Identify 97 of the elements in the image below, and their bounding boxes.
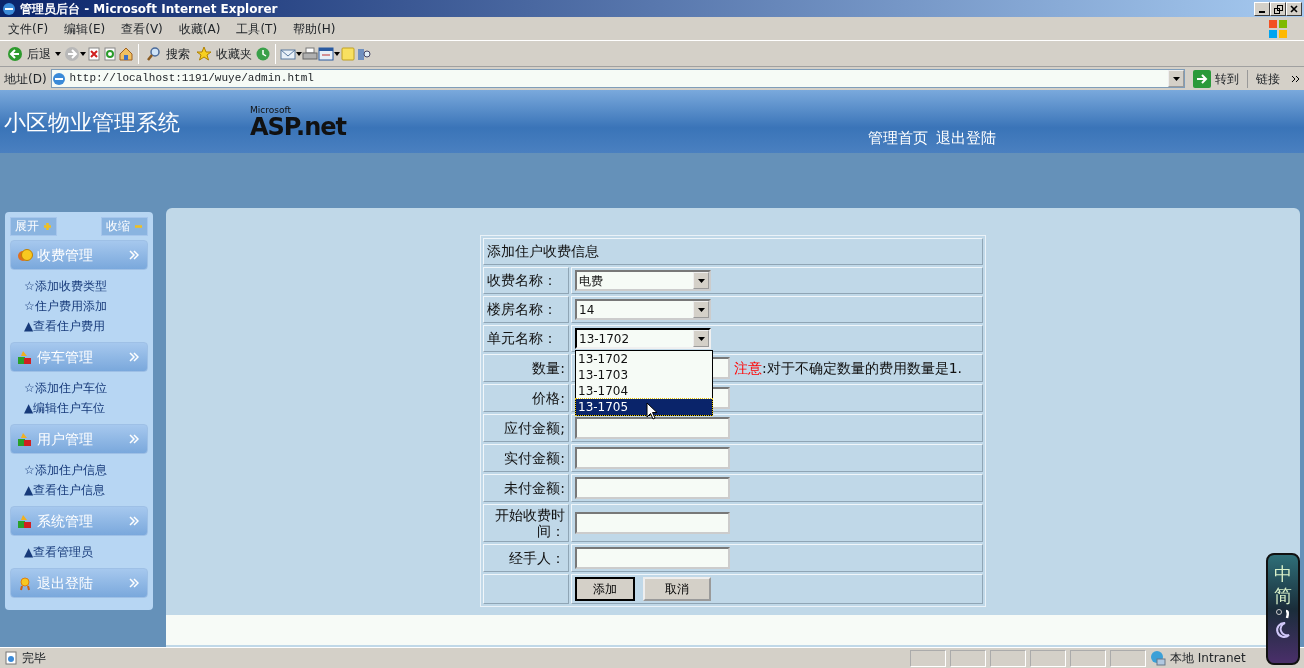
status-pane	[1070, 649, 1106, 667]
logo-caption: Microsoft	[250, 106, 292, 115]
chevron-icon[interactable]	[1292, 74, 1300, 83]
field-label: 实付金额:	[483, 444, 569, 472]
logo-text: ASP.net	[250, 115, 346, 139]
dropdown-option[interactable]: 13-1703	[576, 367, 712, 383]
home-icon[interactable]	[118, 45, 134, 62]
print-icon[interactable]	[302, 45, 318, 62]
dropdown-arrow-icon[interactable]	[697, 307, 705, 312]
field-label: 数量:	[483, 354, 569, 382]
ime-button[interactable]: 中	[1274, 563, 1292, 585]
menu-item[interactable]: 查看(V)	[113, 19, 171, 38]
field-label: 应付金额;	[483, 414, 569, 442]
caret-icon[interactable]	[55, 51, 61, 56]
minus-icon	[134, 222, 143, 231]
dropdown-option[interactable]: 13-1704	[576, 383, 712, 399]
status-pane	[1110, 649, 1146, 667]
field-label: 楼房名称：	[483, 296, 569, 323]
status-pane	[950, 649, 986, 667]
windows-logo-icon	[1266, 17, 1290, 40]
dropdown-option[interactable]: 13-1702	[576, 351, 712, 367]
window-title: 管理员后台 - Microsoft Internet Explorer	[20, 0, 278, 18]
sidebar-link[interactable]: ▲查看住户费用	[10, 316, 148, 336]
edit-icon[interactable]	[318, 45, 334, 62]
select-field[interactable]: 14	[575, 299, 711, 320]
field-label: 经手人：	[483, 544, 569, 572]
header-link[interactable]: 退出登陆	[936, 126, 996, 149]
stop-icon[interactable]	[86, 45, 102, 62]
menu-item[interactable]: 编辑(E)	[56, 19, 114, 38]
site-title: 小区物业管理系统	[3, 109, 181, 137]
links-button[interactable]: 链接	[1247, 69, 1288, 88]
status-pane	[910, 649, 946, 667]
sidebar-link[interactable]: ☆添加住户车位	[10, 378, 148, 398]
input-field[interactable]	[575, 512, 730, 534]
favorites-button[interactable]: 收藏夹	[193, 44, 255, 63]
sidebar-link[interactable]: ☆添加收费类型	[10, 276, 148, 296]
dropdown-arrow-icon[interactable]	[697, 336, 705, 341]
moon-icon[interactable]	[1275, 621, 1291, 639]
chevron-icon	[129, 434, 139, 444]
input-field[interactable]	[575, 477, 730, 499]
restore-button[interactable]	[1270, 1, 1286, 16]
caret-icon[interactable]	[80, 51, 86, 56]
select-field[interactable]: 电费	[575, 270, 711, 291]
back-button[interactable]: 后退	[4, 44, 64, 63]
cancel-button[interactable]: 取消	[643, 577, 711, 601]
caret-icon[interactable]	[334, 51, 340, 56]
restore-icon	[1273, 4, 1283, 14]
dropdown-arrow-icon[interactable]	[1172, 76, 1180, 81]
dropdown-option[interactable]: 13-1705	[576, 399, 712, 415]
history-icon[interactable]	[255, 45, 271, 62]
menu-item[interactable]: 文件(F)	[0, 19, 57, 38]
status-pane	[1030, 649, 1066, 667]
minimize-button[interactable]	[1254, 1, 1270, 16]
search-button[interactable]: 搜索	[143, 44, 193, 63]
field-label: 价格:	[483, 384, 569, 412]
sidebar-link[interactable]: ▲查看住户信息	[10, 480, 148, 500]
form-title: 添加住户收费信息	[483, 238, 983, 265]
coin-icon	[17, 247, 33, 263]
chevron-icon	[129, 352, 139, 362]
sidebar-link[interactable]: ▲查看管理员	[10, 542, 148, 562]
back-icon	[7, 45, 23, 62]
select-field[interactable]: 13-1702	[575, 328, 711, 349]
close-button[interactable]	[1286, 1, 1302, 16]
caret-icon[interactable]	[296, 51, 302, 56]
address-field[interactable]: http://localhost:1191/wuye/admin.html	[50, 69, 1185, 88]
menu-item[interactable]: 收藏(A)	[170, 19, 229, 38]
dropdown-arrow-icon[interactable]	[697, 278, 705, 283]
chevron-icon	[129, 578, 139, 588]
add-button[interactable]: 添加	[575, 577, 635, 601]
sidebar-link[interactable]: ▲编辑住户车位	[10, 398, 148, 418]
menu-item[interactable]: 工具(T)	[228, 19, 286, 38]
close-icon	[1290, 5, 1298, 13]
header-link[interactable]: 管理首页	[868, 126, 928, 149]
search-icon	[146, 45, 162, 62]
go-button[interactable]: 转到	[1189, 69, 1243, 88]
address-label: 地址(D)	[4, 70, 47, 88]
menu-item[interactable]: 帮助(H)	[285, 19, 344, 38]
field-label: 未付金额:	[483, 474, 569, 502]
ime-button[interactable]: 简	[1274, 585, 1292, 607]
input-field[interactable]	[575, 417, 730, 439]
input-field[interactable]	[575, 547, 730, 569]
punctuation-icon[interactable]	[1275, 607, 1291, 621]
field-label: 单元名称：	[483, 325, 569, 352]
status-text: 完毕	[22, 650, 46, 667]
warning-label: 注意	[734, 358, 762, 378]
field-label: 开始收费时间：	[483, 504, 569, 542]
sidebar-link[interactable]: ☆添加住户信息	[10, 460, 148, 480]
input-field[interactable]	[575, 447, 730, 469]
plus-icon	[43, 222, 52, 231]
hint-text: :对于不确定数量的费用数量是1.	[762, 358, 963, 378]
sidebar-link[interactable]: ☆住户费用添加	[10, 296, 148, 316]
zone-text: 本地 Intranet	[1170, 650, 1246, 667]
status-pane	[990, 649, 1026, 667]
field-label: 收费名称：	[483, 267, 569, 294]
favorites-icon	[196, 45, 212, 62]
chevron-icon	[129, 516, 139, 526]
chevron-icon	[129, 250, 139, 260]
